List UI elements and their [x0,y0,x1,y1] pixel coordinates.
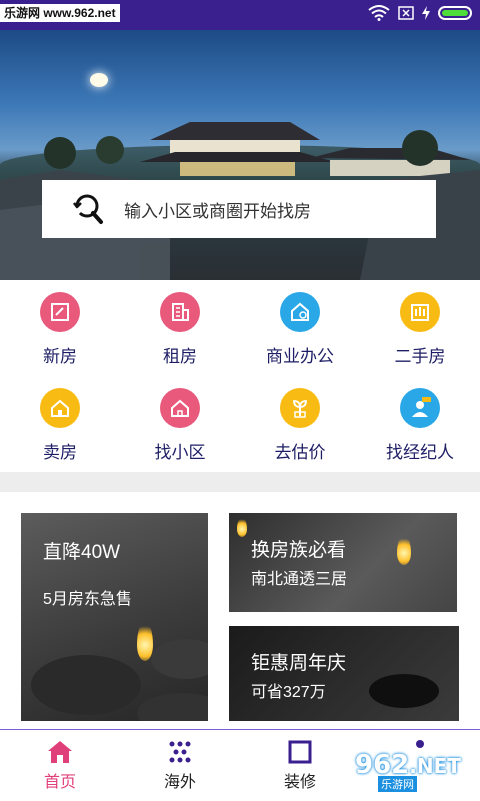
category-office[interactable]: 商业办公 [240,280,360,376]
watermark: 乐游网 www.962.net [0,4,120,22]
section-divider [0,472,480,492]
category-label: 找小区 [154,443,206,462]
promo-subtitle: 南北通透三居 [251,571,348,588]
promo-card-price-drop[interactable]: 直降40W 5月房东急售 [21,513,208,721]
category-label: 二手房 [394,347,446,366]
office-icon [280,292,320,332]
tab-overseas[interactable]: 海外 [120,730,240,801]
category-rent[interactable]: 租房 [120,280,240,376]
status-icons [368,5,472,21]
status-bar: 乐游网 www.962.net [0,0,480,30]
community-icon [160,388,200,428]
tab-home[interactable]: 首页 [0,730,120,801]
flame [237,517,247,537]
new-house-icon [40,292,80,332]
category-label: 新房 [43,347,77,366]
home-icon [48,741,72,763]
charging-icon [422,6,430,20]
oil-lamp [151,639,208,679]
battery-level [442,10,468,16]
watermark-logo-sub: 乐游网 [378,776,417,792]
house-illustration [0,122,480,280]
oil-lamp [137,693,208,721]
hero-banner: 输入小区或商圈开始找房 [0,30,480,280]
tab-label: 海外 [163,774,196,791]
battery-icon [438,6,472,20]
oil-lamp [369,674,439,708]
category-label: 商业办公 [266,347,334,366]
tab-decoration[interactable]: 装修 [240,730,360,801]
category-label: 卖房 [43,443,77,462]
sell-house-icon [40,388,80,428]
category-second-hand[interactable]: 二手房 [360,280,480,376]
promo-subtitle: 5月房东急售 [43,591,132,608]
flame [397,535,411,565]
category-grid: 新房 租房 商业办公 二手房 卖房 找小区 去估价 找经纪人 [0,280,480,470]
search-placeholder: 输入小区或商圈开始找房 [124,201,311,221]
category-sell[interactable]: 卖房 [0,376,120,470]
promo-card-upgrade[interactable]: 换房族必看 南北通透三居 [229,513,457,612]
promo-card-anniversary[interactable]: 钜惠周年庆 可省327万 [229,626,459,721]
tab-label: 装修 [283,774,316,791]
agent-icon [400,388,440,428]
category-agent[interactable]: 找经纪人 [360,376,480,470]
promo-subtitle: 可省327万 [251,684,326,701]
oil-lamp [31,655,141,715]
dots-grid-icon [169,741,191,763]
category-valuation[interactable]: 去估价 [240,376,360,470]
rent-building-icon [160,292,200,332]
search-icon [73,194,103,224]
square-icon [288,740,312,764]
category-label: 租房 [163,347,197,366]
category-label: 找经纪人 [386,443,454,462]
category-label: 去估价 [274,443,326,462]
no-sim-icon [398,6,414,20]
wifi-icon [368,5,390,21]
promo-title: 直降40W [43,542,121,563]
valuation-icon [280,388,320,428]
second-hand-icon [400,292,440,332]
promo-title: 换房族必看 [251,540,347,561]
search-bar[interactable]: 输入小区或商圈开始找房 [42,180,436,238]
tab-label: 首页 [43,774,76,791]
category-community[interactable]: 找小区 [120,376,240,470]
category-new-house[interactable]: 新房 [0,280,120,376]
promo-title: 钜惠周年庆 [251,653,347,674]
